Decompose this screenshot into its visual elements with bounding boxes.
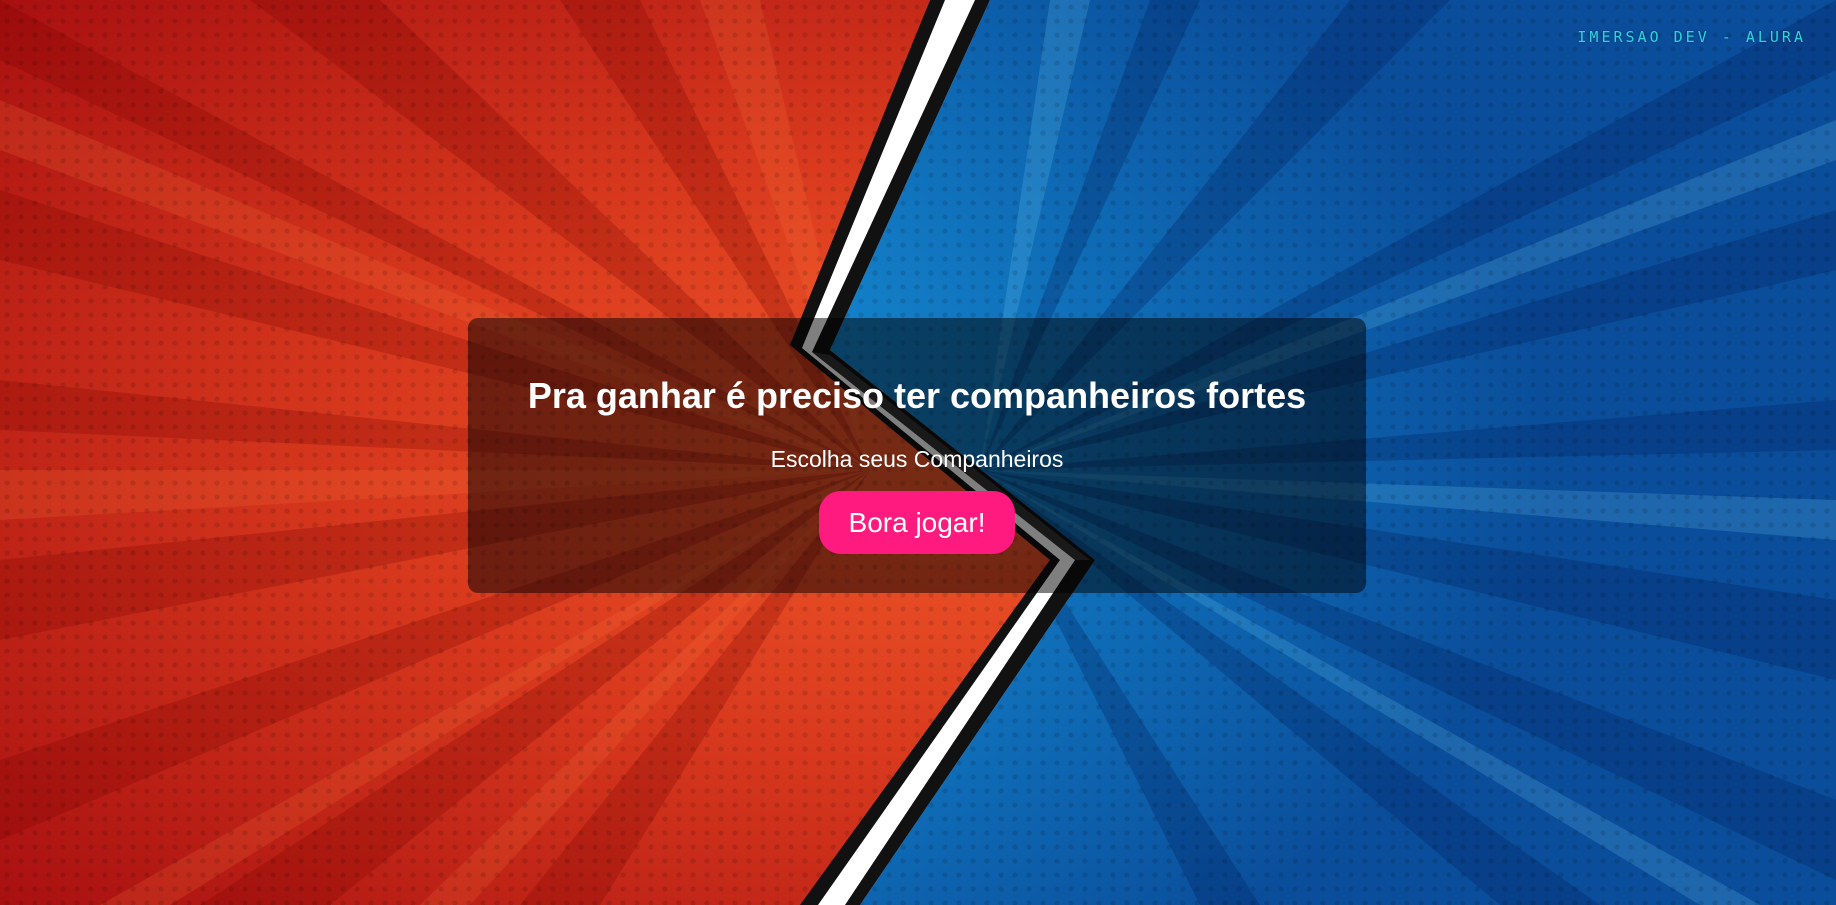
- intro-card: Pra ganhar é preciso ter companheiros fo…: [468, 318, 1366, 593]
- versus-background: IMERSAO DEV - ALURA Pra ganhar é preciso…: [0, 0, 1836, 905]
- intro-subtitle: Escolha seus Companheiros: [770, 446, 1064, 472]
- play-button[interactable]: Bora jogar!: [818, 491, 1016, 554]
- brand-logo: IMERSAO DEV - ALURA: [1577, 28, 1806, 46]
- intro-title: Pra ganhar é preciso ter companheiros fo…: [527, 375, 1307, 416]
